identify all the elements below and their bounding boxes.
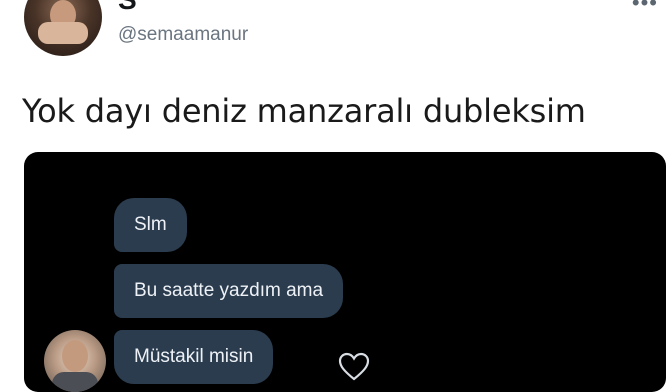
message-bubble: Slm: [114, 198, 187, 252]
sender-avatar-body: [52, 372, 98, 392]
avatar-hand: [38, 22, 88, 44]
message-bubble: Bu saatte yazdım ama: [114, 264, 344, 318]
more-horizontal-icon[interactable]: •••: [632, 0, 658, 16]
sender-avatar: [44, 330, 106, 392]
tweet-text: Yok dayı deniz manzaralı dubleksim: [22, 92, 586, 130]
author-display-name[interactable]: S: [118, 0, 137, 14]
message-bubble: Müstakil misin: [114, 330, 274, 384]
author-handle[interactable]: @semaamanur: [118, 24, 248, 46]
sender-avatar-head: [62, 340, 88, 372]
tweet-media-image[interactable]: Slm Bu saatte yazdım ama Müstakil misin: [24, 152, 666, 392]
author-avatar[interactable]: [24, 0, 102, 56]
